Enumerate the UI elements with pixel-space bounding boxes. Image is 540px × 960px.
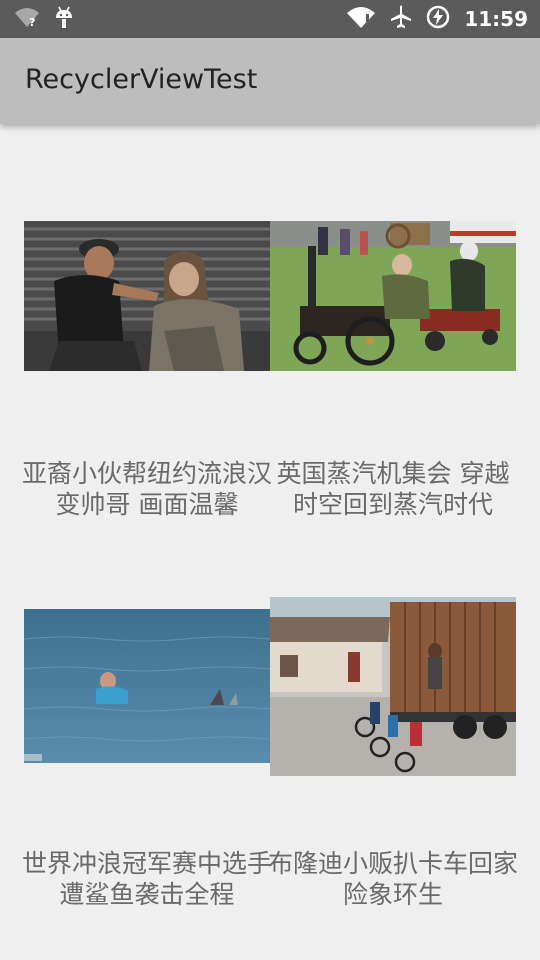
truck-bicycles-photo	[270, 597, 516, 776]
steam-tractor-photo	[270, 221, 516, 371]
wifi-unknown-icon: ?	[14, 6, 40, 32]
news-title: 布隆迪小贩扒卡车回家 险象环生	[267, 849, 518, 909]
svg-text:?: ?	[29, 16, 35, 28]
app-bar: RecyclerViewTest	[0, 38, 540, 124]
news-title: 英国蒸汽机集会 穿越时空回到蒸汽时代	[276, 459, 510, 519]
android-debug-icon	[54, 5, 74, 33]
surfer-shark-photo	[24, 609, 270, 763]
airplane-mode-icon	[390, 5, 412, 33]
app-title: RecyclerViewTest	[25, 64, 258, 95]
news-title: 世界冲浪冠军赛中选手遭鲨鱼袭击全程	[21, 849, 272, 909]
battery-charging-icon	[426, 5, 450, 33]
status-time: 11:59	[464, 7, 528, 31]
status-bar: ? 11:59	[0, 0, 540, 38]
barber-street-photo	[24, 221, 270, 371]
news-title: 亚裔小伙帮纽约流浪汉变帅哥 画面温馨	[21, 459, 272, 519]
wifi-alert-icon	[346, 5, 376, 33]
news-grid[interactable]: 亚裔小伙帮纽约流浪汉变帅哥 画面温馨 英国蒸汽机集会 穿越时空回到蒸汽时代 世界…	[0, 124, 540, 960]
